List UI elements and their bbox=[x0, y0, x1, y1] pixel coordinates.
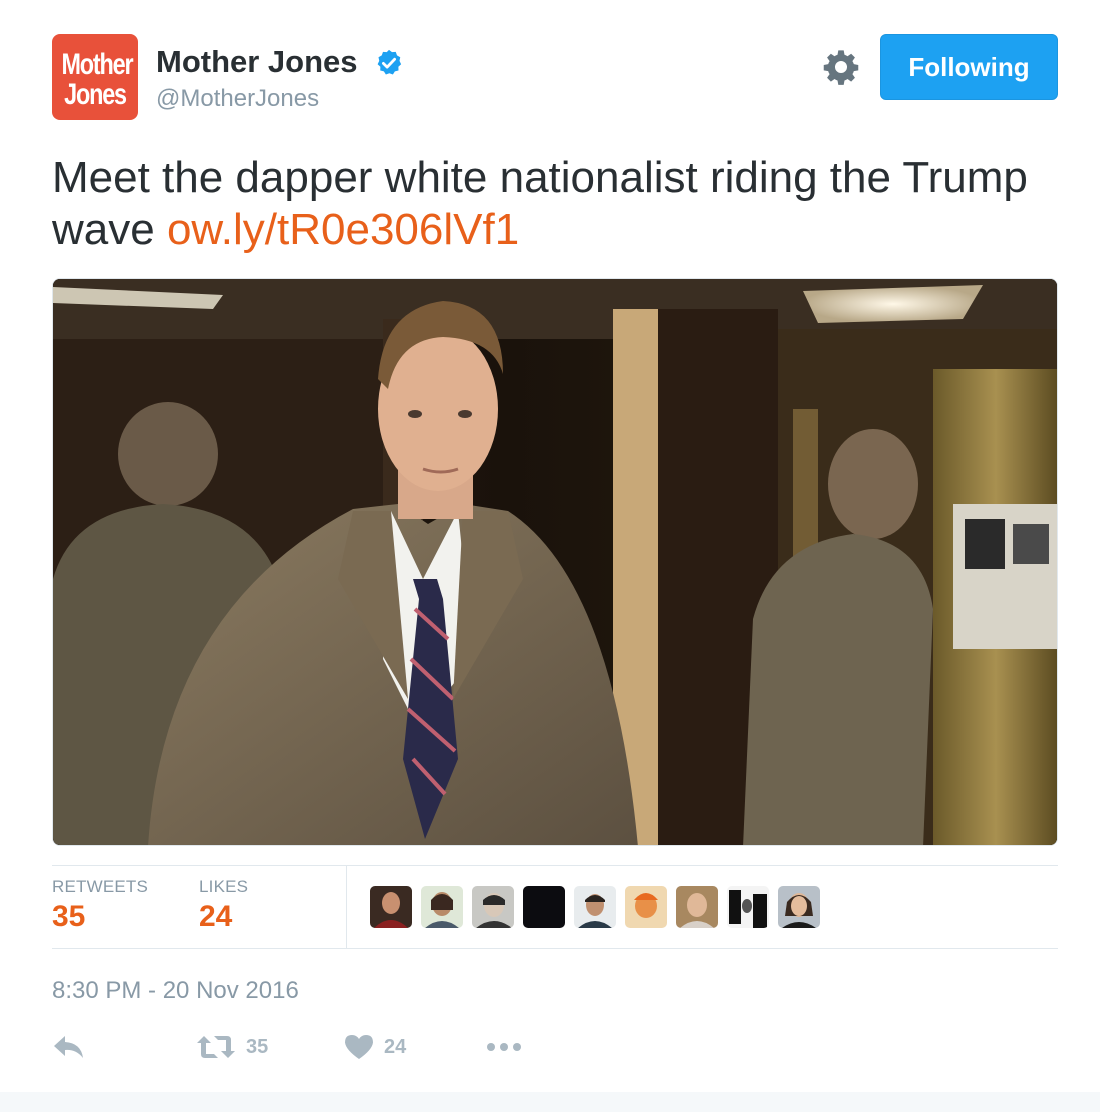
verified-badge-icon bbox=[377, 49, 402, 75]
gear-icon[interactable] bbox=[822, 48, 860, 86]
heart-icon bbox=[345, 1035, 373, 1059]
retweets-count[interactable]: 35 bbox=[52, 900, 85, 934]
following-button[interactable]: Following bbox=[880, 34, 1058, 100]
likes-label[interactable]: LIKES bbox=[199, 877, 248, 897]
more-icon bbox=[487, 1043, 521, 1051]
account-avatar[interactable]: Mother Jones bbox=[52, 34, 138, 120]
stats-divider-top bbox=[52, 865, 1058, 866]
elevator-portrait-image bbox=[53, 279, 1057, 845]
logo-text-line1: Mother bbox=[61, 48, 133, 81]
liker-avatar[interactable] bbox=[472, 886, 514, 928]
retweet-icon bbox=[197, 1036, 235, 1058]
liker-avatar[interactable] bbox=[778, 886, 820, 928]
liker-avatar[interactable] bbox=[727, 886, 769, 928]
liker-avatar[interactable] bbox=[574, 886, 616, 928]
stats-vertical-divider bbox=[346, 866, 347, 948]
tweet-link[interactable]: ow.ly/tR0e306lVf1 bbox=[167, 205, 519, 254]
tweet-card: Mother Jones Mother Jones @MotherJones F… bbox=[0, 0, 1100, 1112]
liker-avatar[interactable] bbox=[676, 886, 718, 928]
stats-divider-bottom bbox=[52, 948, 1058, 949]
liker-avatar[interactable] bbox=[625, 886, 667, 928]
liker-avatars bbox=[370, 886, 820, 928]
likes-count[interactable]: 24 bbox=[199, 900, 232, 934]
tweet-text: Meet the dapper white nationalist riding… bbox=[52, 152, 1052, 256]
reply-button[interactable] bbox=[52, 1030, 86, 1064]
tweet-photo[interactable] bbox=[52, 278, 1058, 846]
footer-strip bbox=[0, 1092, 1100, 1112]
reply-icon bbox=[54, 1036, 83, 1058]
liker-avatar[interactable] bbox=[421, 886, 463, 928]
like-button[interactable]: 24 bbox=[344, 1030, 406, 1064]
retweets-label[interactable]: RETWEETS bbox=[52, 877, 148, 897]
like-action-count: 24 bbox=[384, 1035, 407, 1058]
liker-avatar[interactable] bbox=[370, 886, 412, 928]
logo-text-line2: Jones bbox=[64, 78, 127, 111]
account-name[interactable]: Mother Jones bbox=[156, 44, 358, 80]
liker-avatar[interactable] bbox=[523, 886, 565, 928]
account-handle[interactable]: @MotherJones bbox=[156, 85, 319, 113]
retweet-action-count: 35 bbox=[246, 1035, 269, 1058]
retweet-button[interactable]: 35 bbox=[196, 1030, 268, 1064]
tweet-timestamp[interactable]: 8:30 PM - 20 Nov 2016 bbox=[52, 977, 299, 1005]
more-button[interactable] bbox=[486, 1030, 522, 1064]
